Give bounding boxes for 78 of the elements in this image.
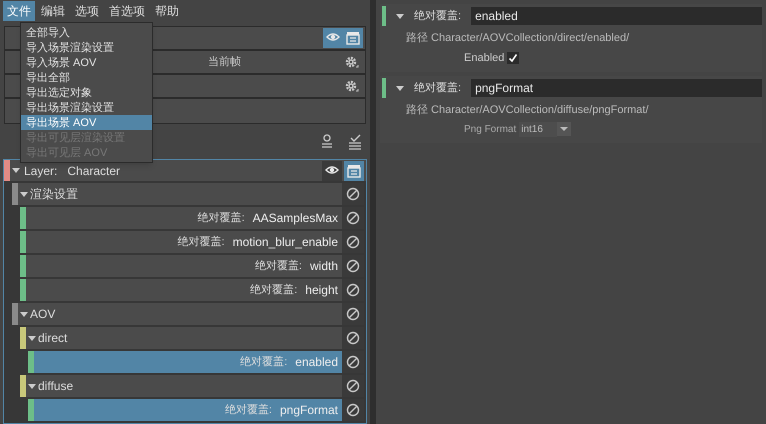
format-dropdown[interactable]: int16 [519,122,572,136]
group-label: diffuse [38,378,74,395]
menu-option[interactable]: 导出全部 [21,70,152,85]
menu-option[interactable]: 导出选定对象 [21,85,152,100]
override-row[interactable]: 绝对覆盖: enabled [34,351,342,373]
menu-item[interactable]: 首选项 [105,1,149,21]
settings-button[interactable] [344,54,359,70]
checklist-icon [348,134,362,150]
render-button[interactable] [344,160,364,180]
group-label: AOV [30,306,56,323]
menu-item[interactable]: 编辑 [37,1,69,21]
expand-icon [396,12,404,20]
clapperboard-icon [347,164,361,178]
menu-option[interactable]: 导出场景 AOV [21,115,152,130]
layer-button[interactable] [320,134,334,150]
menu-option[interactable]: 全部导入 [21,25,152,40]
settings-button[interactable] [344,78,359,94]
no-sign-icon [346,355,360,369]
no-sign-icon [346,307,360,321]
override-row[interactable]: 绝对覆盖: AASamplesMax [26,207,342,229]
group-row[interactable]: direct [26,327,342,349]
override-name: pngFormat [280,402,338,419]
group-label: 渲染设置 [30,186,78,203]
menu-option[interactable]: 导入场景 AOV [21,55,152,70]
no-sign-icon [346,187,360,201]
layer-name: Character [67,162,120,180]
override-prefix: 绝对覆盖: [224,402,272,418]
group-row[interactable]: AOV [18,303,342,325]
name-field[interactable]: enabled [471,7,762,25]
menu-item[interactable]: 文件 [3,1,35,21]
stack-icon [320,134,334,150]
checklist-button[interactable] [348,134,362,150]
override-name: width [310,258,338,275]
no-sign-icon [346,331,360,345]
layer-label: Layer: [24,162,58,180]
group-row[interactable]: 渲染设置 [18,183,342,205]
override-prefix: 绝对覆盖: [254,258,302,274]
override-label: 绝对覆盖: [414,8,462,24]
no-sign-icon [346,283,360,297]
render-button[interactable] [343,28,363,48]
no-sign-icon [346,379,360,393]
override-prefix: 绝对覆盖: [178,234,225,250]
override-name: motion_blur_enable [232,234,338,251]
group-row[interactable]: diffuse [26,375,342,397]
override-name: AASamplesMax [252,210,338,227]
override-name: enabled [295,354,338,371]
menu-option[interactable]: 导入场景渲染设置 [21,40,152,55]
override-row[interactable]: 绝对覆盖: width [26,255,342,277]
dropdown-label: Png Format [464,122,516,136]
menu-item[interactable]: 帮助 [151,1,183,21]
override-prefix: 绝对覆盖: [240,354,288,370]
path-text: 路径 Character/AOVCollection/diffuse/pngFormat/ [405,103,650,118]
layer-row[interactable]: Layer: Character [10,160,366,181]
settings-icon [344,78,359,94]
menu-option[interactable]: 导出场景渲染设置 [21,100,152,115]
check-icon [508,52,518,63]
path-text: 路径 Character/AOVCollection/direct/enabled/ [405,31,630,46]
no-sign-icon [346,403,360,417]
name-field[interactable]: pngFormat [471,79,762,97]
override-name: height [305,282,338,299]
override-row[interactable]: 绝对覆盖: motion_blur_enable [26,231,342,253]
clapperboard-icon [346,31,360,45]
visibility-button[interactable] [322,160,342,180]
no-sign-icon [346,259,360,273]
override-prefix: 绝对覆盖: [198,210,245,226]
menu-item[interactable]: 选项 [71,1,103,21]
override-row[interactable]: 绝对覆盖: pngFormat [34,399,342,421]
checkbox[interactable] [507,52,520,64]
no-sign-icon [346,211,360,225]
no-sign-icon [346,235,360,249]
frame-label: 当前帧 [208,54,241,70]
override-row[interactable]: 绝对覆盖: height [26,279,342,301]
expand-icon [396,84,404,92]
settings-icon [344,54,359,70]
override-prefix: 绝对覆盖: [250,282,298,298]
override-label: 绝对覆盖: [414,80,462,96]
checkbox-label: Enabled [464,50,504,66]
group-label: direct [38,330,68,347]
